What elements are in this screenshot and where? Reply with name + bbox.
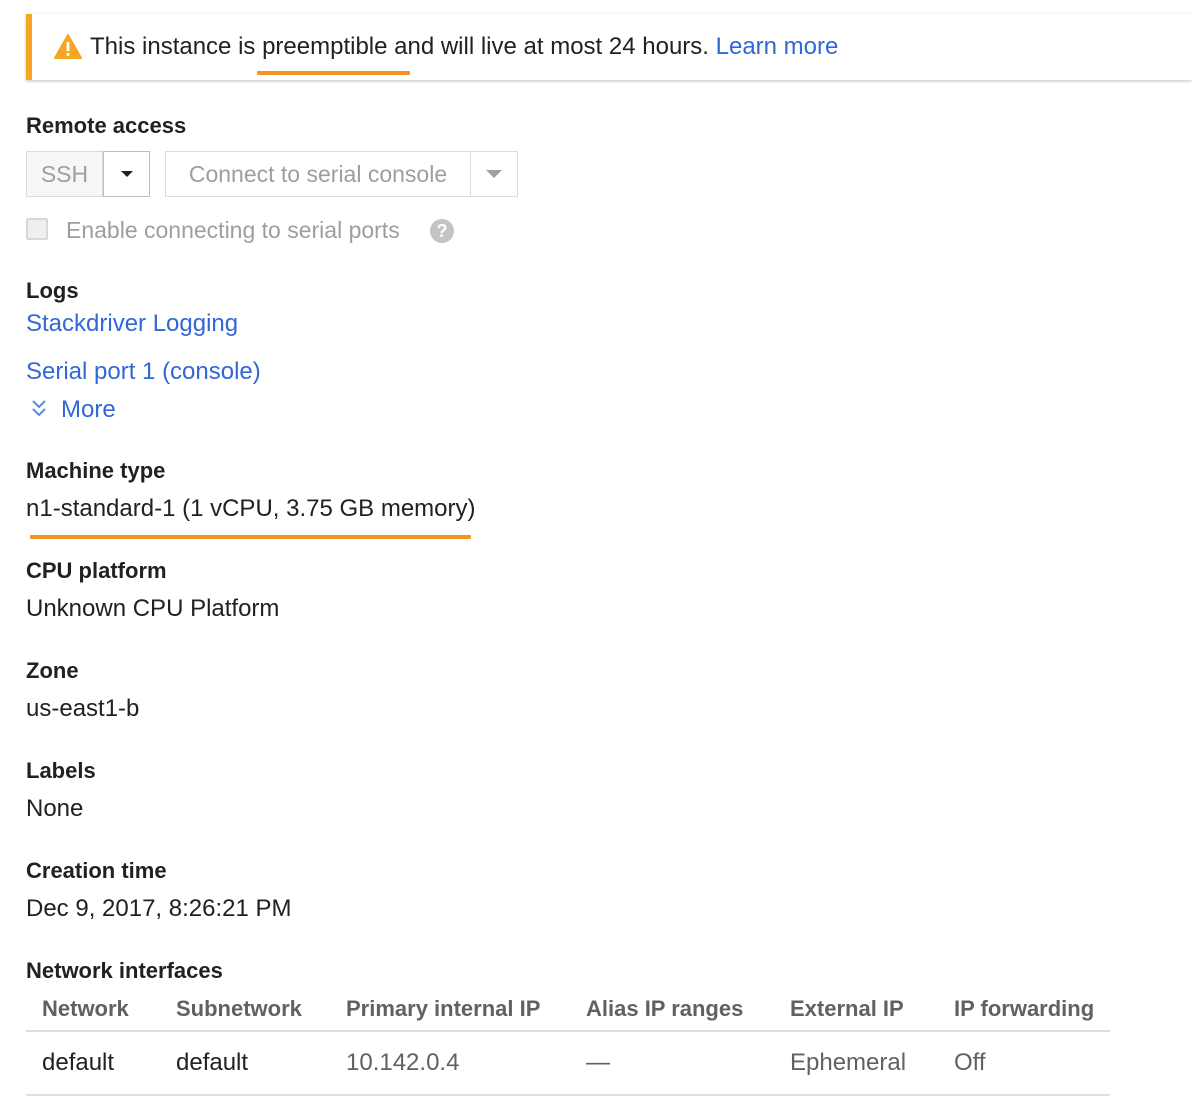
serial-port-console-link[interactable]: Serial port 1 (console) bbox=[26, 357, 261, 387]
network-table-header: Network Subnetwork Primary internal IP A… bbox=[26, 992, 1110, 1032]
ssh-dropdown-button[interactable] bbox=[103, 151, 150, 197]
cpu-platform-value: Unknown CPU Platform bbox=[26, 595, 280, 622]
help-icon[interactable]: ? bbox=[430, 219, 454, 243]
creation-time-value: Dec 9, 2017, 8:26:21 PM bbox=[26, 895, 292, 922]
cell-alias-ip-ranges: — bbox=[586, 1049, 610, 1076]
ssh-button[interactable]: SSH bbox=[26, 151, 103, 197]
column-header-alias-ip-ranges: Alias IP ranges bbox=[586, 996, 744, 1021]
column-header-subnetwork: Subnetwork bbox=[176, 996, 302, 1021]
column-header-ip-forwarding: IP forwarding bbox=[954, 996, 1095, 1021]
preemptible-highlight bbox=[257, 71, 410, 75]
network-interfaces-label: Network interfaces bbox=[26, 958, 223, 983]
labels-label: Labels bbox=[26, 758, 96, 783]
zone-value: us-east1-b bbox=[26, 695, 140, 722]
labels-value: None bbox=[26, 795, 84, 822]
caret-down-icon bbox=[120, 171, 133, 177]
machine-type-value: n1-standard-1 (1 vCPU, 3.75 GB memory) bbox=[26, 495, 476, 522]
serial-console-button[interactable]: Connect to serial console bbox=[165, 151, 471, 197]
banner-text: This instance is preemptible and will li… bbox=[90, 31, 838, 63]
more-link[interactable]: More bbox=[61, 395, 116, 425]
serial-ports-checkbox-label: Enable connecting to serial ports bbox=[66, 217, 400, 243]
cell-external-ip: Ephemeral bbox=[790, 1049, 907, 1076]
logs-label: Logs bbox=[26, 278, 79, 303]
stackdriver-logging-link[interactable]: Stackdriver Logging bbox=[26, 309, 238, 339]
vm-instance-details: This instance is preemptible and will li… bbox=[0, 0, 1192, 1110]
cpu-platform-label: CPU platform bbox=[26, 558, 167, 583]
creation-time-label: Creation time bbox=[26, 858, 167, 883]
learn-more-link[interactable]: Learn more bbox=[716, 33, 839, 60]
cell-network: default bbox=[42, 1049, 115, 1076]
ssh-button-label: SSH bbox=[40, 160, 89, 187]
serial-console-button-label: Connect to serial console bbox=[188, 160, 448, 187]
cell-primary-internal-ip: 10.142.0.4 bbox=[346, 1049, 460, 1076]
serial-console-dropdown-button[interactable] bbox=[470, 151, 518, 197]
warning-icon bbox=[54, 34, 82, 59]
zone-label: Zone bbox=[26, 658, 79, 683]
machine-type-label: Machine type bbox=[26, 458, 166, 483]
caret-down-icon bbox=[486, 170, 502, 178]
preemptible-banner: This instance is preemptible and will li… bbox=[26, 14, 1192, 80]
machine-type-highlight bbox=[30, 535, 471, 539]
double-chevron-down-icon bbox=[32, 400, 46, 417]
banner-message: This instance is preemptible and will li… bbox=[90, 33, 709, 60]
column-header-external-ip: External IP bbox=[790, 996, 904, 1021]
column-header-primary-internal-ip: Primary internal IP bbox=[346, 996, 541, 1021]
cell-subnetwork: default bbox=[176, 1049, 249, 1076]
serial-ports-checkbox[interactable] bbox=[26, 218, 48, 240]
remote-access-label: Remote access bbox=[26, 113, 187, 138]
column-header-network: Network bbox=[42, 996, 129, 1021]
table-row: default default 10.142.0.4 — Ephemeral O… bbox=[26, 1032, 1110, 1096]
cell-ip-forwarding: Off bbox=[954, 1049, 986, 1076]
